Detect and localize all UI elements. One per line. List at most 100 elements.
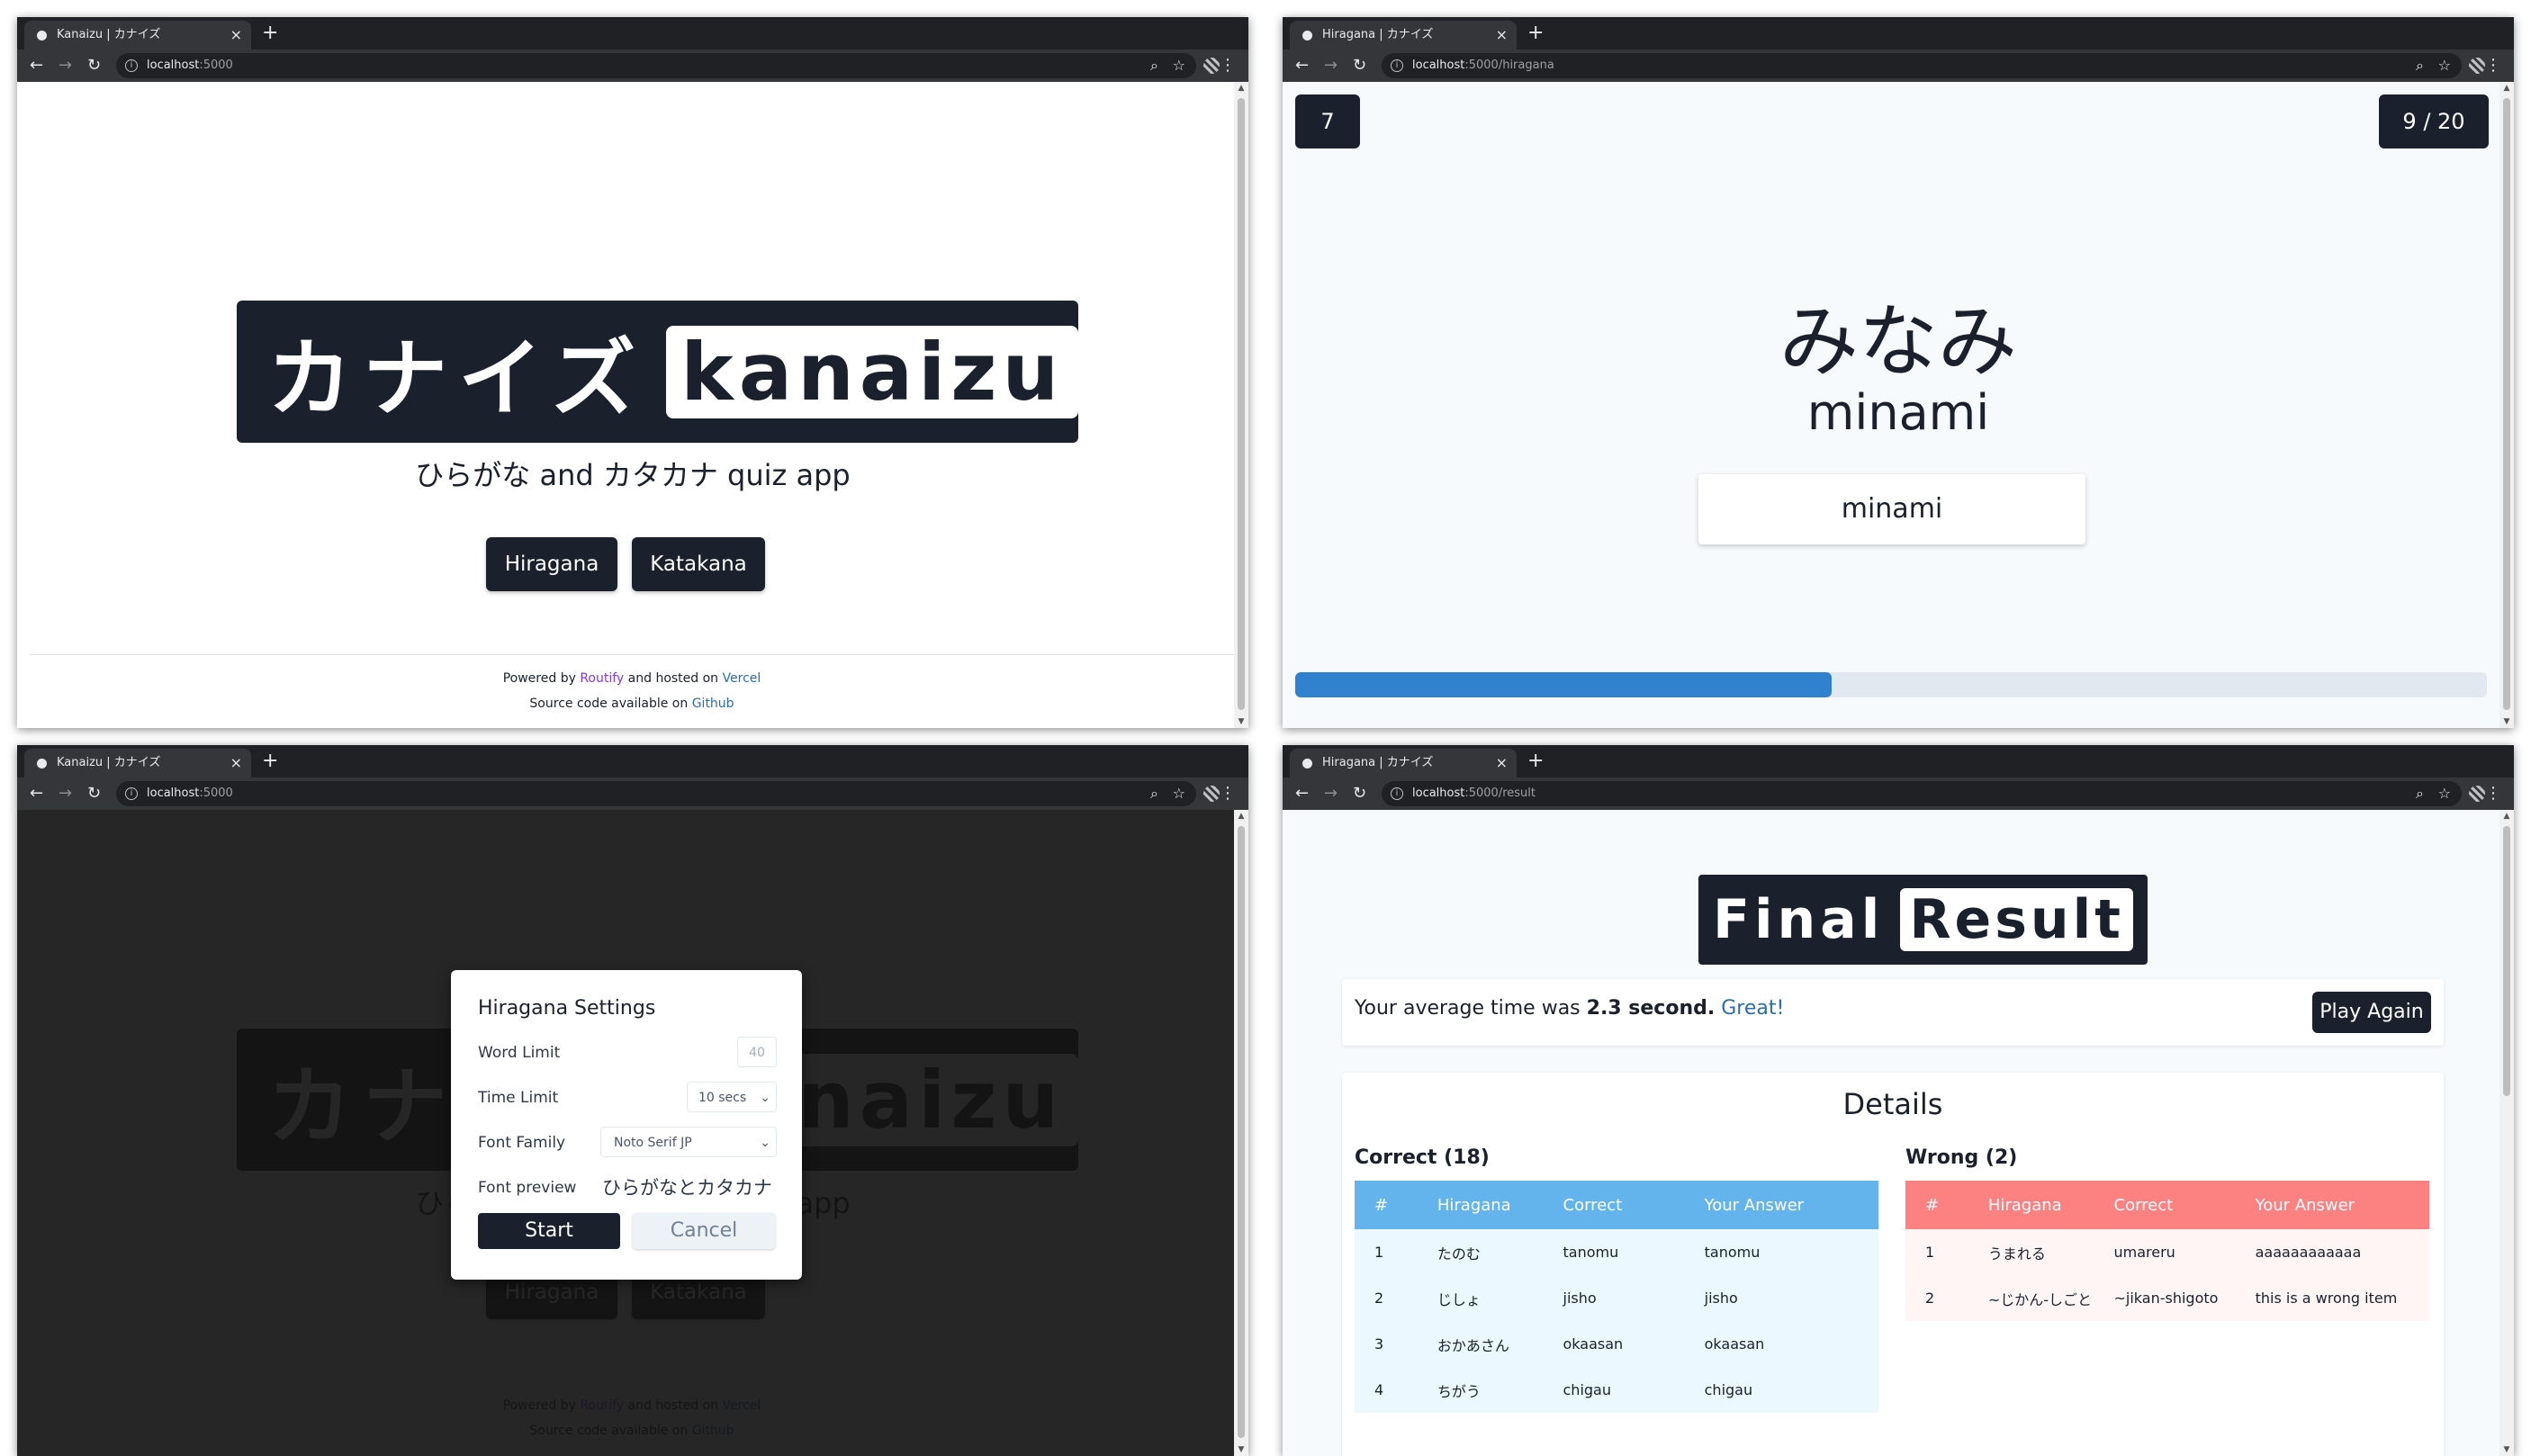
logo-latin: kanaizu [666, 325, 1079, 418]
page-scrollbar[interactable]: ▲ ▼ [2499, 810, 2514, 1456]
info-icon[interactable]: i [125, 787, 138, 800]
cancel-button[interactable]: Cancel [633, 1213, 775, 1249]
scroll-up-icon[interactable]: ▲ [2499, 812, 2514, 821]
table-row: 3 おかあさん okaasan okaasan [1355, 1321, 1878, 1367]
progress-bar [1295, 672, 2487, 697]
zoom-icon[interactable]: ⌕ [2416, 781, 2424, 806]
word-limit-input[interactable]: 40 [737, 1037, 777, 1067]
browser-tab[interactable]: Hiragana | カナイズ × [1290, 21, 1517, 49]
app-subtitle: ひらがな and カタカナ quiz app [415, 458, 851, 492]
extension-icon[interactable] [2469, 58, 2485, 74]
address-bar[interactable]: i localhost:5000 ⌕ ☆ [116, 781, 1196, 806]
close-tab-icon[interactable]: × [230, 749, 242, 777]
chevron-down-icon: ⌄ [760, 1136, 770, 1150]
back-icon[interactable]: ← [1295, 49, 1309, 82]
new-tab-icon[interactable]: + [1527, 20, 1544, 47]
extension-icon[interactable] [2469, 786, 2485, 802]
start-button[interactable]: Start [478, 1213, 620, 1249]
back-icon[interactable]: ← [30, 49, 43, 82]
zoom-icon[interactable]: ⌕ [1150, 781, 1158, 806]
forward-icon[interactable]: → [1324, 49, 1338, 82]
time-limit-select[interactable]: 10 secs ⌄ [687, 1082, 777, 1112]
scroll-thumb[interactable] [1238, 826, 1245, 1438]
bookmark-star-icon[interactable]: ☆ [1173, 781, 1185, 806]
scroll-up-icon[interactable]: ▲ [1234, 812, 1248, 821]
table-cell: 2 [1355, 1275, 1418, 1321]
page-scrollbar[interactable]: ▲ ▼ [1234, 82, 1248, 728]
reload-icon[interactable]: ↻ [1353, 49, 1366, 82]
tab-title: Kanaizu | カナイズ [57, 756, 161, 769]
browser-menu-icon[interactable]: ⋮ [2485, 49, 2501, 82]
browser-tab[interactable]: Hiragana | カナイズ × [1290, 749, 1517, 777]
extension-icon[interactable] [1203, 58, 1220, 74]
reload-icon[interactable]: ↻ [87, 777, 101, 810]
table-cell: 3 [1355, 1321, 1418, 1367]
new-tab-icon[interactable]: + [1527, 748, 1544, 775]
scroll-down-icon[interactable]: ▼ [2499, 717, 2514, 726]
reload-icon[interactable]: ↻ [87, 49, 101, 82]
table-cell: 1 [1355, 1229, 1418, 1275]
table-cell: chigau [1684, 1367, 1878, 1413]
github-link[interactable]: Github [692, 697, 734, 711]
katakana-button[interactable]: Katakana [632, 537, 765, 591]
forward-icon[interactable]: → [59, 777, 72, 810]
close-tab-icon[interactable]: × [230, 21, 242, 49]
routify-link[interactable]: Routify [580, 671, 624, 686]
scroll-down-icon[interactable]: ▼ [2499, 1445, 2514, 1454]
browser-menu-icon[interactable]: ⋮ [1220, 49, 1236, 82]
forward-icon[interactable]: → [1324, 777, 1338, 810]
reload-icon[interactable]: ↻ [1353, 777, 1366, 810]
browser-window-quiz: Hiragana | カナイズ × + ← → ↻ i localhost:50… [1283, 17, 2514, 728]
address-bar[interactable]: i localhost:5000/hiragana ⌕ ☆ [1382, 53, 2462, 78]
info-icon[interactable]: i [1391, 787, 1403, 800]
page-scrollbar[interactable]: ▲ ▼ [2499, 82, 2514, 728]
bookmark-star-icon[interactable]: ☆ [1173, 53, 1185, 78]
page-content: Final Result Your average time was 2.3 s… [1283, 810, 2514, 1456]
url-text: localhost:5000 [147, 786, 233, 800]
column-header: Correct [2094, 1181, 2236, 1229]
logo-kana: カナイズ [267, 330, 647, 428]
scroll-thumb[interactable] [2503, 826, 2510, 1096]
browser-tab[interactable]: Kanaizu | カナイズ × [24, 21, 251, 49]
hiragana-button[interactable]: Hiragana [486, 537, 617, 591]
zoom-icon[interactable]: ⌕ [2416, 53, 2424, 78]
table-cell: jisho [1684, 1275, 1878, 1321]
vercel-link[interactable]: Vercel [723, 671, 761, 686]
close-tab-icon[interactable]: × [1496, 749, 1508, 777]
scroll-up-icon[interactable]: ▲ [2499, 84, 2514, 93]
back-icon[interactable]: ← [1295, 777, 1309, 810]
forward-icon[interactable]: → [59, 49, 72, 82]
url-text: localhost:5000 [147, 58, 233, 72]
page-scrollbar[interactable]: ▲ ▼ [1234, 810, 1248, 1456]
extension-icon[interactable] [1203, 786, 1220, 802]
answer-input[interactable]: minami [1698, 474, 2085, 544]
info-icon[interactable]: i [125, 59, 138, 72]
column-header: # [1355, 1181, 1418, 1229]
info-icon[interactable]: i [1391, 59, 1403, 72]
font-family-select[interactable]: Noto Serif JP ⌄ [600, 1127, 777, 1157]
scroll-down-icon[interactable]: ▼ [1234, 1445, 1248, 1454]
close-tab-icon[interactable]: × [1496, 21, 1508, 49]
browser-tab[interactable]: Kanaizu | カナイズ × [24, 749, 251, 777]
back-icon[interactable]: ← [30, 777, 43, 810]
scroll-up-icon[interactable]: ▲ [1234, 84, 1248, 93]
scroll-thumb[interactable] [2503, 98, 2510, 710]
scroll-down-icon[interactable]: ▼ [1234, 717, 1248, 726]
address-bar[interactable]: i localhost:5000/result ⌕ ☆ [1382, 781, 2462, 806]
tab-title: Hiragana | カナイズ [1322, 28, 1434, 41]
bookmark-star-icon[interactable]: ☆ [2438, 781, 2451, 806]
zoom-icon[interactable]: ⌕ [1150, 53, 1158, 78]
new-tab-icon[interactable]: + [262, 20, 278, 47]
browser-window-home: Kanaizu | カナイズ × + ← → ↻ i localhost:500… [17, 17, 1248, 728]
table-row: 1 うまれる umareru aaaaaaaaaaaa [1905, 1229, 2429, 1275]
new-tab-icon[interactable]: + [262, 748, 278, 775]
bookmark-star-icon[interactable]: ☆ [2438, 53, 2451, 78]
table-row: 2 ~じかん-しごと ~jikan-shigoto this is a wrong i… [1905, 1275, 2429, 1321]
browser-menu-icon[interactable]: ⋮ [2485, 777, 2501, 810]
play-again-button[interactable]: Play Again [2312, 992, 2431, 1033]
table-cell: chigau [1543, 1367, 1685, 1413]
address-bar[interactable]: i localhost:5000 ⌕ ☆ [116, 53, 1196, 78]
browser-menu-icon[interactable]: ⋮ [1220, 777, 1236, 810]
scroll-thumb[interactable] [1238, 98, 1245, 710]
table-cell: 1 [1905, 1229, 1968, 1275]
